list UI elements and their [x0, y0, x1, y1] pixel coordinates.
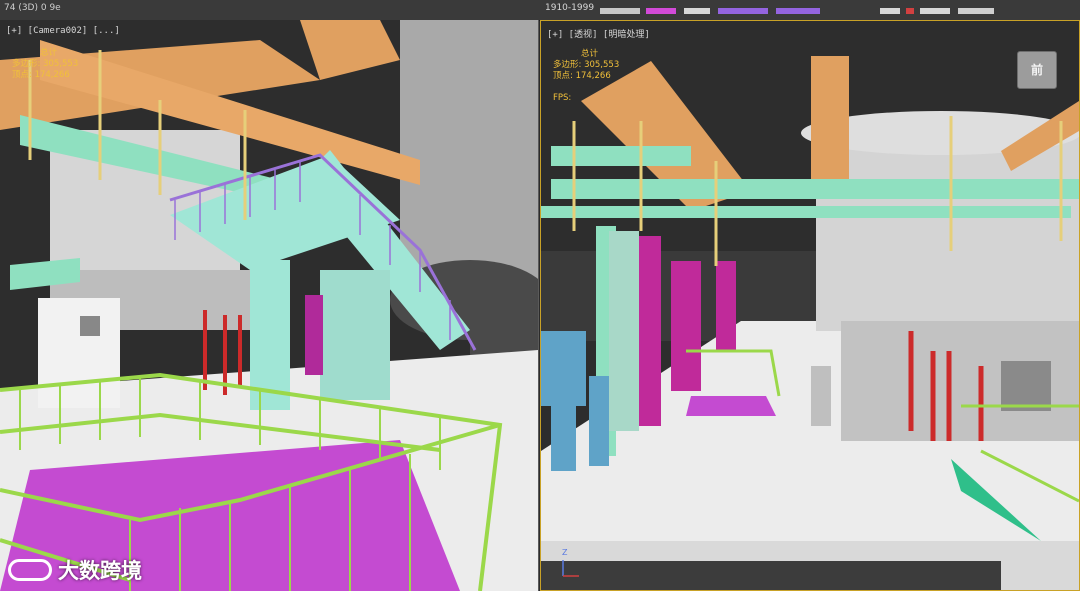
toolbar-left-text: 74 (3D) 0 9e — [4, 3, 61, 13]
perspective-viewport[interactable]: [+] [透视] [明暗处理] 总计 多边形: 305,553 顶点: 174,… — [540, 20, 1080, 591]
axis-gizmo: Z — [559, 548, 583, 580]
viewport-label[interactable]: [+] [Camera002] [...] — [6, 26, 120, 36]
axis-tripod-icon — [562, 560, 579, 577]
toolbar-glyph-strip-right — [880, 8, 994, 14]
vertices-value: 174,266 — [34, 70, 70, 80]
viewcube-front[interactable]: 前 — [1017, 51, 1057, 89]
toolbar-glyph-strip — [600, 8, 820, 14]
viewport-toolbar: 74 (3D) 0 9e 1910-1999 — [0, 0, 1080, 21]
toolbar-right-text: 1910-1999 — [545, 3, 595, 13]
fps-label: FPS: — [553, 93, 572, 103]
axis-z-label: Z — [562, 548, 568, 557]
perspective-scene — [541, 21, 1079, 590]
brand-logo-icon — [8, 559, 52, 581]
vertices-label: 顶点: — [553, 71, 573, 81]
camera-viewport[interactable]: [+] [Camera002] [...] 总计 多边形: 305,553 顶点… — [0, 20, 539, 591]
statistics-overlay: 总计 多边形: 305,553 顶点: 174,266 — [12, 48, 78, 81]
stats-title: 总计 — [40, 48, 58, 58]
viewport-label[interactable]: [+] [透视] [明暗处理] — [547, 27, 650, 40]
polygons-value: 305,553 — [43, 59, 79, 69]
statistics-overlay: 总计 多边形: 305,553 顶点: 174,266 — [553, 49, 619, 82]
vertices-value: 174,266 — [575, 71, 611, 81]
stats-title: 总计 — [581, 49, 599, 59]
polygons-value: 305,553 — [584, 60, 620, 70]
polygons-label: 多边形: — [12, 59, 41, 69]
watermark-text: 大数跨境 — [58, 559, 142, 583]
watermark: 大数跨境 — [8, 555, 142, 585]
polygons-label: 多边形: — [553, 60, 582, 70]
camera-scene — [0, 20, 538, 591]
vertices-label: 顶点: — [12, 70, 32, 80]
